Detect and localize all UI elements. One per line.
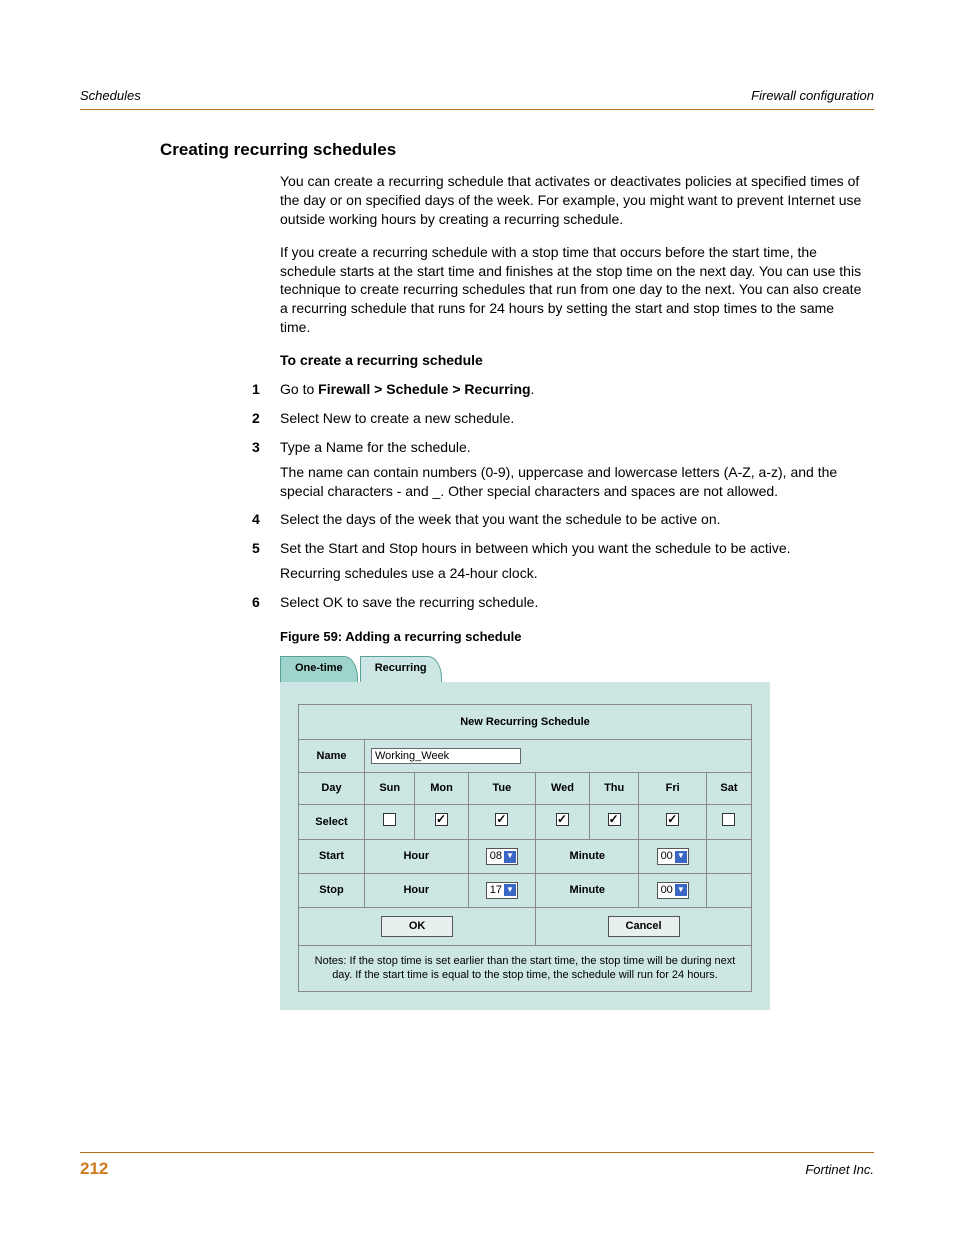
day-header-fri: Fri xyxy=(639,773,707,805)
label-name: Name xyxy=(299,740,365,773)
step-1: 1 Go to Firewall > Schedule > Recurring. xyxy=(280,380,866,399)
checkbox-sun[interactable] xyxy=(383,813,396,826)
checkbox-wed[interactable] xyxy=(556,813,569,826)
start-minute-select[interactable]: 00 ▼ xyxy=(657,848,689,865)
start-minute-value: 00 xyxy=(661,849,673,864)
day-header-sat: Sat xyxy=(706,773,751,805)
step-number: 4 xyxy=(252,510,280,529)
step-5: 5 Set the Start and Stop hours in betwee… xyxy=(280,539,866,583)
step-6: 6 Select OK to save the recurring schedu… xyxy=(280,593,866,612)
stop-hour-select[interactable]: 17 ▼ xyxy=(486,882,518,899)
step-number: 2 xyxy=(252,409,280,428)
stop-minute-select[interactable]: 00 ▼ xyxy=(657,882,689,899)
step-text: Set the Start and Stop hours in between … xyxy=(280,539,866,558)
name-input[interactable] xyxy=(371,748,521,764)
chevron-down-icon: ▼ xyxy=(504,851,516,863)
step-4: 4 Select the days of the week that you w… xyxy=(280,510,866,529)
step-extra-text: The name can contain numbers (0-9), uppe… xyxy=(280,463,866,501)
day-header-sun: Sun xyxy=(365,773,415,805)
chevron-down-icon: ▼ xyxy=(504,884,516,896)
label-hour: Hour xyxy=(365,840,469,874)
step-extra-text: Recurring schedules use a 24-hour clock. xyxy=(280,564,866,583)
page-number: 212 xyxy=(80,1159,108,1179)
day-header-tue: Tue xyxy=(468,773,536,805)
footer-company: Fortinet Inc. xyxy=(805,1162,874,1177)
step-text: Select OK to save the recurring schedule… xyxy=(280,593,866,612)
chevron-down-icon: ▼ xyxy=(675,884,687,896)
step-number: 6 xyxy=(252,593,280,612)
label-day: Day xyxy=(299,773,365,805)
step-text: Select New to create a new schedule. xyxy=(280,409,866,428)
step-text: Go to xyxy=(280,381,318,397)
label-stop: Stop xyxy=(299,873,365,907)
step-bold-path: Firewall > Schedule > Recurring xyxy=(318,381,530,397)
figure-screenshot: One-time Recurring New Recurring Schedul… xyxy=(280,656,770,1011)
notes-text: Notes: If the stop time is set earlier t… xyxy=(299,945,752,992)
section-title: Creating recurring schedules xyxy=(160,140,874,160)
label-minute: Minute xyxy=(536,873,639,907)
step-3: 3 Type a Name for the schedule. The name… xyxy=(280,438,866,501)
day-header-mon: Mon xyxy=(415,773,468,805)
label-hour: Hour xyxy=(365,873,469,907)
step-number: 3 xyxy=(252,438,280,501)
cancel-button[interactable]: Cancel xyxy=(608,916,680,937)
step-number: 5 xyxy=(252,539,280,583)
checkbox-fri[interactable] xyxy=(666,813,679,826)
step-2: 2 Select New to create a new schedule. xyxy=(280,409,866,428)
intro-paragraph-2: If you create a recurring schedule with … xyxy=(280,243,866,337)
panel-title: New Recurring Schedule xyxy=(299,704,752,740)
start-hour-value: 08 xyxy=(490,849,502,864)
step-text: Select the days of the week that you wan… xyxy=(280,510,866,529)
header-right: Firewall configuration xyxy=(751,88,874,103)
label-minute: Minute xyxy=(536,840,639,874)
start-hour-select[interactable]: 08 ▼ xyxy=(486,848,518,865)
procedure-heading: To create a recurring schedule xyxy=(280,351,866,370)
tab-recurring[interactable]: Recurring xyxy=(360,656,442,682)
label-start: Start xyxy=(299,840,365,874)
step-number: 1 xyxy=(252,380,280,399)
figure-caption: Figure 59: Adding a recurring schedule xyxy=(280,628,866,646)
checkbox-thu[interactable] xyxy=(608,813,621,826)
step-text: . xyxy=(531,381,535,397)
intro-paragraph-1: You can create a recurring schedule that… xyxy=(280,172,866,229)
day-header-thu: Thu xyxy=(589,773,639,805)
checkbox-tue[interactable] xyxy=(495,813,508,826)
stop-hour-value: 17 xyxy=(490,883,502,898)
step-text: Type a Name for the schedule. xyxy=(280,438,866,457)
day-header-wed: Wed xyxy=(536,773,590,805)
label-select: Select xyxy=(299,805,365,840)
ok-button[interactable]: OK xyxy=(381,916,453,937)
stop-minute-value: 00 xyxy=(661,883,673,898)
checkbox-mon[interactable] xyxy=(435,813,448,826)
tab-one-time[interactable]: One-time xyxy=(280,656,358,682)
checkbox-sat[interactable] xyxy=(722,813,735,826)
chevron-down-icon: ▼ xyxy=(675,851,687,863)
header-left: Schedules xyxy=(80,88,141,103)
